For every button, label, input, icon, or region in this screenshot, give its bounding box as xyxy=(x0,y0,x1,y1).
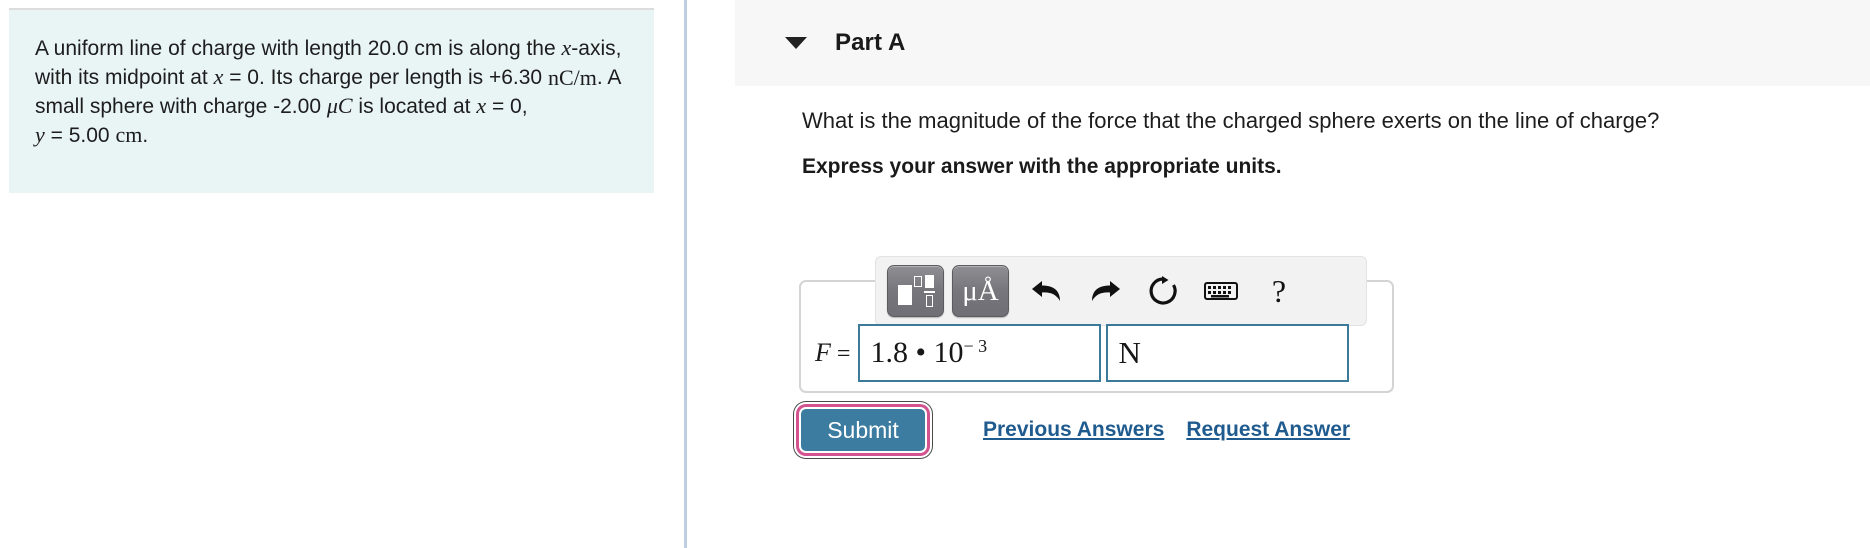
submit-button[interactable]: Submit xyxy=(799,407,927,453)
undo-button[interactable] xyxy=(1025,265,1069,317)
problem-line5-a: = 5.00 xyxy=(50,124,110,148)
keyboard-icon xyxy=(1204,282,1238,300)
help-button[interactable]: ? xyxy=(1257,265,1301,317)
problem-line4-c: = 0, xyxy=(491,95,528,119)
value-operator: • xyxy=(915,336,926,369)
template-square-small xyxy=(913,276,922,287)
units-instruction: Express your answer with the appropriate… xyxy=(802,155,1282,178)
redo-button[interactable] xyxy=(1083,265,1127,317)
answer-units-text: N xyxy=(1118,335,1141,370)
template-square-large xyxy=(897,285,912,305)
question-prompt: What is the magnitude of the force that … xyxy=(802,108,1660,133)
answer-variable-label: F = xyxy=(815,338,850,368)
question-area: What is the magnitude of the force that … xyxy=(687,86,1870,180)
problem-line2-a: along the xyxy=(469,37,556,60)
redo-arrow-icon xyxy=(1092,281,1120,301)
problem-line1-a: A uniform line of charge with length 20.… xyxy=(35,37,443,60)
problem-var-x-1: x xyxy=(561,35,572,60)
previous-answers-link[interactable]: Previous Answers xyxy=(983,418,1164,442)
caret-shape xyxy=(785,37,807,49)
value-exponent: − 3 xyxy=(963,336,988,356)
problem-line1-b: is xyxy=(448,37,464,60)
answer-value-text: 1.8 • 10− 3 xyxy=(870,336,987,370)
answer-value-input[interactable]: 1.8 • 10− 3 xyxy=(858,324,1102,382)
question-mark-icon: ? xyxy=(1271,273,1287,309)
problem-var-y: y xyxy=(35,122,45,148)
template-square-numerator xyxy=(924,275,934,288)
part-title: Part A xyxy=(835,29,906,56)
answer-input-row: F = 1.8 • 10− 3 N xyxy=(815,324,1350,382)
problem-pane: A uniform line of charge with length 20.… xyxy=(0,0,684,548)
problem-var-x-2: x xyxy=(213,64,224,89)
problem-units-microcoulomb: μC xyxy=(326,93,353,119)
template-square-denominator xyxy=(925,295,933,307)
problem-var-x-3: x xyxy=(476,93,487,119)
reset-button[interactable] xyxy=(1141,265,1185,317)
exercise-page: A uniform line of charge with length 20.… xyxy=(0,0,1870,548)
template-fraction-bar xyxy=(923,291,935,293)
action-row: Submit Previous Answers Request Answer xyxy=(799,407,1350,453)
math-template-button[interactable] xyxy=(887,265,944,317)
caret-down-icon[interactable] xyxy=(783,30,809,56)
problem-statement-box: A uniform line of charge with length 20.… xyxy=(9,10,654,193)
reset-circular-arrow-icon xyxy=(1149,276,1177,305)
problem-units-nc-per-m: nC/m xyxy=(547,65,597,91)
value-base: 10 xyxy=(933,336,964,369)
keyboard-button[interactable] xyxy=(1199,265,1243,317)
units-button[interactable]: μÅ xyxy=(952,265,1009,317)
request-answer-link[interactable]: Request Answer xyxy=(1186,418,1350,442)
problem-statement-text: A uniform line of charge with length 20.… xyxy=(35,34,628,150)
micro-angstrom-icon: μÅ xyxy=(962,274,999,307)
problem-line4-a: with charge -2.00 xyxy=(159,95,321,119)
problem-line4-b: is located at xyxy=(358,95,471,119)
problem-line5-b: . xyxy=(142,124,149,148)
answer-toolbar: μÅ ? xyxy=(875,256,1367,326)
math-template-icon xyxy=(897,274,935,308)
variable-name: F xyxy=(815,338,831,367)
answer-units-input[interactable]: N xyxy=(1106,324,1350,382)
part-header: Part A xyxy=(735,0,1870,86)
answer-entry-panel: μÅ ? F = 1.8 • 10− 3 N xyxy=(799,256,1394,393)
problem-units-cm: cm xyxy=(115,122,143,148)
problem-line2-c: = 0. Its xyxy=(229,66,293,89)
problem-line3-a: charge per length is +6.30 xyxy=(298,66,543,89)
answer-pane: Part A What is the magnitude of the forc… xyxy=(687,0,1870,548)
equals-sign: = xyxy=(836,341,851,367)
value-mantissa: 1.8 xyxy=(870,336,908,369)
undo-arrow-icon xyxy=(1032,281,1060,301)
